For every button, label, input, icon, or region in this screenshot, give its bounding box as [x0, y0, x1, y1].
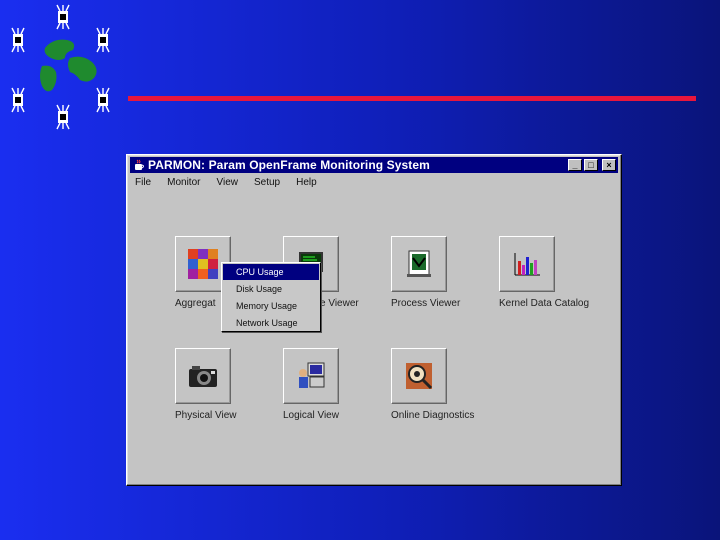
- title-bar[interactable]: PARMON: Param OpenFrame Monitoring Syste…: [130, 157, 618, 173]
- online-diagnostics-label: Online Diagnostics: [391, 410, 475, 421]
- camera-icon: [189, 366, 217, 387]
- popup-item-cpu-usage[interactable]: CPU Usage: [223, 264, 319, 280]
- physical-view-tile[interactable]: [175, 348, 231, 404]
- logical-view-tile[interactable]: [283, 348, 339, 404]
- popup-item-memory-usage[interactable]: Memory Usage: [223, 298, 319, 314]
- process-viewer-label: Process Viewer: [391, 298, 461, 309]
- menu-view[interactable]: View: [216, 177, 238, 188]
- menu-bar: File Monitor View Setup Help: [135, 177, 333, 188]
- aggregate-popup-menu: CPU Usage Disk Usage Memory Usage Networ…: [221, 262, 321, 332]
- aggregate-grid-icon: [188, 249, 218, 279]
- kernel-data-catalog-tile[interactable]: [499, 236, 555, 292]
- minimize-button[interactable]: _: [568, 159, 582, 171]
- online-diagnostics-tile[interactable]: [391, 348, 447, 404]
- magnifier-icon: [406, 363, 433, 390]
- window-title: PARMON: Param OpenFrame Monitoring Syste…: [148, 158, 430, 172]
- bar-chart-icon: [514, 253, 540, 276]
- globe-logo-icon: [11, 4, 110, 130]
- menu-monitor[interactable]: Monitor: [167, 177, 200, 188]
- physical-view-label: Physical View: [175, 410, 237, 421]
- popup-item-network-usage[interactable]: Network Usage: [223, 315, 319, 331]
- popup-item-disk-usage[interactable]: Disk Usage: [223, 281, 319, 297]
- screen-viewer-label: e Viewer: [320, 298, 359, 309]
- menu-setup[interactable]: Setup: [254, 177, 280, 188]
- kernel-data-catalog-label: Kernel Data Catalog: [499, 298, 590, 309]
- process-viewer-tile[interactable]: [391, 236, 447, 292]
- aggregate-label: Aggregat: [175, 298, 216, 309]
- process-viewer-icon: [407, 250, 431, 277]
- maximize-button[interactable]: □: [584, 159, 598, 171]
- computer-user-icon: [299, 362, 325, 388]
- logical-view-label: Logical View: [283, 410, 339, 421]
- close-button[interactable]: ×: [602, 159, 616, 171]
- java-cup-icon: [132, 159, 145, 172]
- parmon-window: PARMON: Param OpenFrame Monitoring Syste…: [126, 154, 622, 486]
- menu-help[interactable]: Help: [296, 177, 317, 188]
- menu-file[interactable]: File: [135, 177, 151, 188]
- slide-divider-rule: [128, 96, 696, 101]
